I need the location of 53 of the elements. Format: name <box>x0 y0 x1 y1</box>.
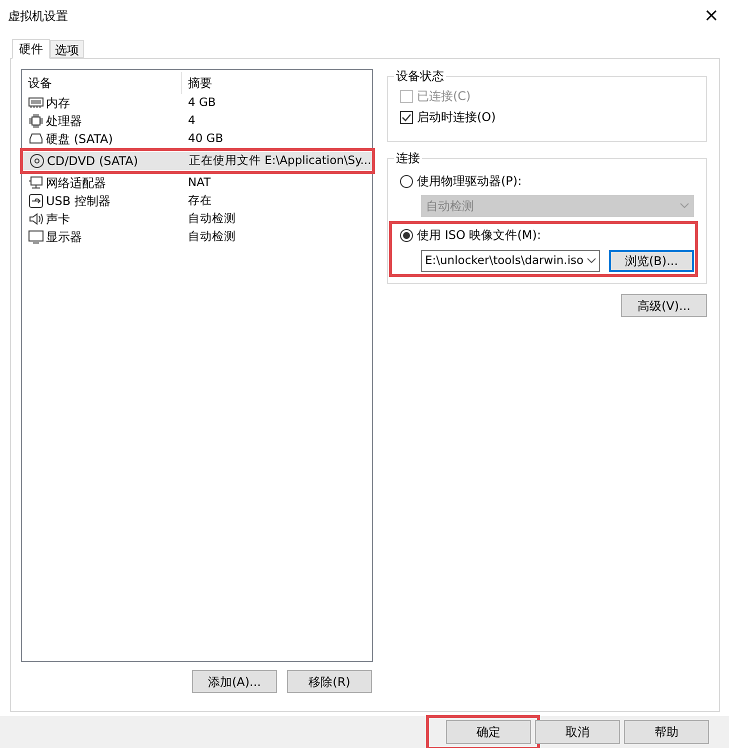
tab[interactable]: 选项 <box>50 40 84 58</box>
list-button[interactable]: 移除(R) <box>287 670 372 693</box>
device-summary: 存在 <box>187 192 212 210</box>
usb-icon <box>28 193 44 209</box>
chevron-icon <box>680 203 689 209</box>
browse-button[interactable]: 浏览(B)... <box>609 250 694 272</box>
close-button[interactable]: × <box>704 7 719 25</box>
device-summary: 40 GB <box>187 130 224 148</box>
device-name: 内存 <box>46 95 70 112</box>
device-row[interactable]: 声卡 自动检测 <box>22 210 372 228</box>
device-row[interactable]: USB 控制器 存在 <box>22 192 372 210</box>
radio-option[interactable]: 使用 ISO 映像文件(M): <box>400 226 694 244</box>
cd-icon <box>29 153 45 169</box>
iso-path-combo[interactable]: E:\unlocker\tools\darwin.iso <box>421 250 600 272</box>
column-header: 设备 <box>22 72 182 94</box>
check-icon <box>401 112 412 122</box>
device-name: 网络适配器 <box>46 175 106 192</box>
device-name: 显示器 <box>46 229 82 246</box>
device-name: 处理器 <box>46 113 82 130</box>
device-name: 硬盘 (SATA) <box>46 131 113 148</box>
device-row[interactable]: 内存 4 GB <box>22 94 372 112</box>
device-row[interactable]: CD/DVD (SATA) 正在使用文件 E:\Application\Sy... <box>23 152 372 170</box>
checkbox-option[interactable]: 启动时连接(O) <box>400 108 706 126</box>
group-title: 连接 <box>394 150 422 166</box>
network-icon <box>28 175 44 191</box>
device-summary: 4 GB <box>187 94 216 112</box>
tab[interactable]: 硬件 <box>12 39 50 59</box>
device-row[interactable]: 处理器 4 <box>22 112 372 130</box>
device-row[interactable]: 硬盘 (SATA) 40 GB <box>22 130 372 148</box>
dialog-button[interactable]: 帮助 <box>624 720 709 744</box>
device-summary: 自动检测 <box>187 228 236 246</box>
device-summary: 4 <box>187 112 196 130</box>
device-name: CD/DVD (SATA) <box>47 153 138 170</box>
column-header: 摘要 <box>187 75 212 92</box>
device-summary: 自动检测 <box>187 210 236 228</box>
window-title: 虚拟机设置 <box>8 8 68 25</box>
radio-option[interactable]: 使用物理驱动器(P): <box>400 172 694 190</box>
cpu-icon <box>28 113 44 129</box>
sound-icon <box>28 211 44 227</box>
group-title: 设备状态 <box>394 68 446 84</box>
advanced-button[interactable]: 高级(V)... <box>621 294 707 317</box>
dialog-button[interactable]: 取消 <box>535 720 620 744</box>
memory-icon <box>28 95 44 111</box>
device-name: USB 控制器 <box>46 193 110 210</box>
list-button[interactable]: 添加(A)... <box>192 670 277 693</box>
device-summary: 正在使用文件 E:\Application\Sy... <box>188 152 372 170</box>
device-summary: NAT <box>187 174 211 192</box>
chevron-icon <box>587 258 596 264</box>
display-icon <box>28 229 44 245</box>
device-row[interactable]: 显示器 自动检测 <box>22 228 372 246</box>
device-row[interactable]: 网络适配器 NAT <box>22 174 372 192</box>
dialog-button[interactable]: 确定 <box>446 720 531 744</box>
device-name: 声卡 <box>46 211 70 228</box>
